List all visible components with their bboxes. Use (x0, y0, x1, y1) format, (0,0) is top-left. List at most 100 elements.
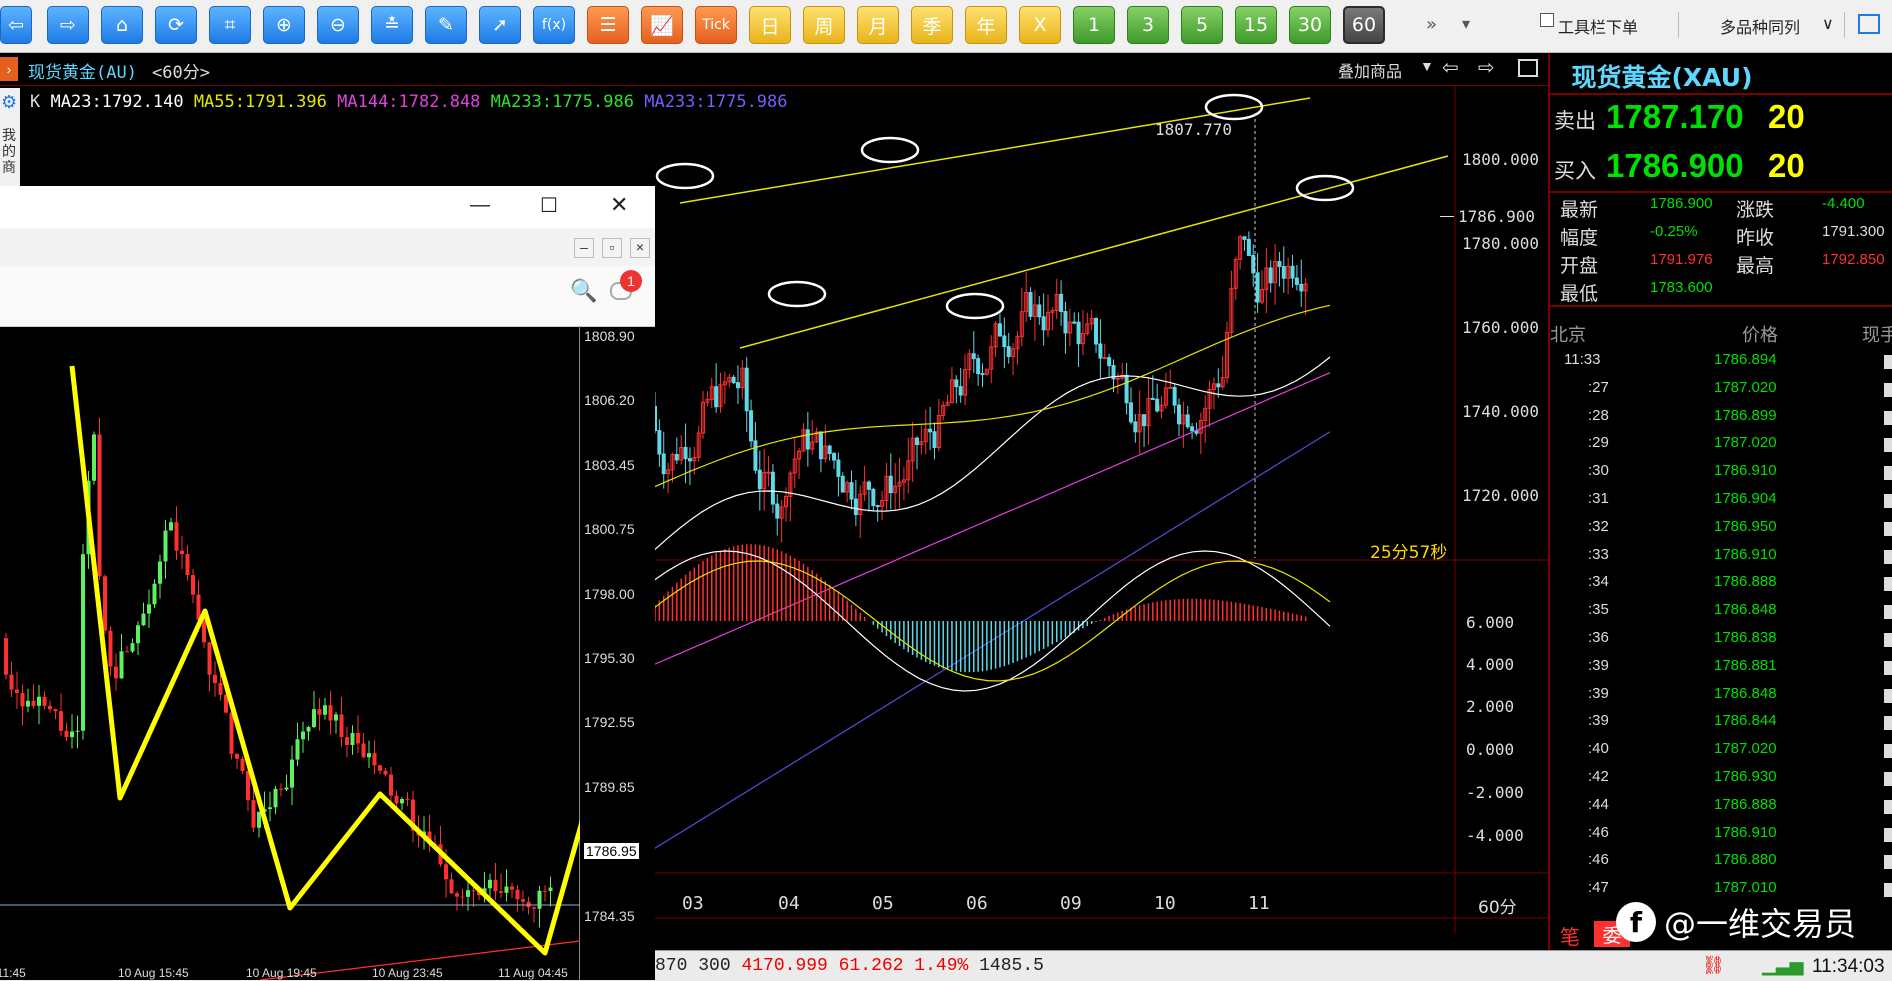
multi-symbol-label[interactable]: 多品种同列 (1720, 14, 1800, 38)
link-icon[interactable]: ⛓ (1702, 955, 1725, 976)
candle-body (1299, 283, 1304, 292)
sub-restore-icon[interactable]: ▫ (602, 238, 622, 258)
formula-button[interactable]: f(x) (533, 6, 575, 44)
zoom-out-button[interactable]: ⊖ (317, 6, 359, 44)
overlay-candle-body (295, 739, 300, 760)
toolbar-order-label[interactable]: 工具栏下单 (1558, 14, 1638, 38)
candle-body (871, 488, 876, 507)
more-icon[interactable]: » (1426, 14, 1437, 35)
quote-stats: 最新 1786.900 涨跌 -4.400 幅度 -0.25% 昨收 1791.300 开盘 17… (1550, 193, 1892, 307)
overlay-date-label: 11 Aug 04:45 (498, 966, 568, 980)
period-5-button[interactable]: 5 (1181, 6, 1223, 44)
tick-qty-bar (1884, 605, 1892, 620)
period-year-button[interactable]: 年 (965, 6, 1007, 44)
date-axis-label: 06 (966, 893, 988, 914)
maximize-icon[interactable]: ☐ (540, 193, 558, 218)
stat-label: 涨跌 (1736, 199, 1775, 221)
toolbar: ⇦ ⇨ ⌂ ⟳ ⌗ ⊕ ⊖ ≛ ✎ ➚ f(x) ☰ 📈 Tick 日周月季年 X 1 3 5 15 30 60 » ▾ … (0, 0, 1892, 53)
tick-button[interactable]: Tick (695, 6, 737, 44)
overlay-candle-body (141, 613, 146, 626)
period-3-button[interactable]: 3 (1127, 6, 1169, 44)
refresh-button[interactable]: ⟳ (155, 6, 197, 44)
overlay-dropdown-icon[interactable]: ▼ (1420, 58, 1434, 74)
overlay-date-label: 10 Aug 15:45 (118, 966, 189, 980)
scroll-left-icon[interactable]: ⇦ (1442, 55, 1459, 79)
period-month-button[interactable]: 月 (857, 6, 899, 44)
draw-button[interactable]: ✎ (425, 6, 467, 44)
overlay-titlebar[interactable]: — ☐ ✕ (0, 186, 655, 228)
chart-period: <60分> (152, 63, 210, 83)
tick-time: :29 (1588, 434, 1609, 452)
ma-legend: K MA23:1792.140 MA55:1791.396 MA144:1782… (30, 92, 788, 112)
tick-header-qty: 现手 (1862, 325, 1892, 346)
crop-button[interactable]: ⌗ (209, 6, 251, 44)
candle-body (766, 471, 771, 474)
overlay-candle-body (367, 753, 371, 758)
overlay-candle-body (240, 758, 245, 771)
tick-list[interactable]: 11:33 1786.894:27 1787.020:28 1786.899:29 17… (1550, 349, 1892, 909)
close-icon[interactable]: ✕ (610, 192, 628, 218)
period-60-button[interactable]: 60 (1343, 6, 1385, 44)
period-1-button[interactable]: 1 (1073, 6, 1115, 44)
overlay-candle-body (218, 682, 223, 695)
indicator-button[interactable]: ≛ (371, 6, 413, 44)
tab-trades[interactable]: 笔 (1560, 921, 1580, 950)
tick-time: :39 (1588, 712, 1609, 730)
expand-arrow-icon[interactable]: › (0, 57, 18, 81)
candle-body (731, 376, 736, 384)
tick-qty-bar (1884, 549, 1892, 564)
period-day-button[interactable]: 日 (749, 6, 791, 44)
stat-value: 1791.976 (1650, 251, 1713, 268)
watermark: f @一维交易员 (1616, 898, 1856, 946)
macd-axis-label: 2.000 (1466, 697, 1515, 716)
candle-body (1076, 321, 1081, 345)
panel-toggle-icon[interactable] (1518, 59, 1538, 77)
home-button[interactable]: ⌂ (101, 6, 143, 44)
tick-qty-bar (1884, 494, 1892, 508)
candle-body (866, 481, 871, 490)
stat-value: -0.25% (1650, 223, 1698, 240)
period-30-button[interactable]: 30 (1289, 6, 1331, 44)
scroll-right-icon[interactable]: ⇨ (1478, 55, 1495, 79)
candle-body (714, 386, 719, 408)
minimize-icon[interactable]: — (470, 194, 490, 217)
order-checkbox[interactable] (1540, 13, 1554, 27)
overlay-candle-body (444, 864, 448, 880)
tick-row: :39 1786.881 (1550, 655, 1892, 683)
stat-label: 最低 (1560, 283, 1599, 305)
toolbar-dropdown-icon[interactable]: ▾ (1462, 14, 1470, 33)
side-tab[interactable]: ⚙ 我的商 (0, 88, 20, 188)
cursor-button[interactable]: ➚ (479, 6, 521, 44)
zoom-in-button[interactable]: ⊕ (263, 6, 305, 44)
period-x-button[interactable]: X (1019, 6, 1061, 44)
period-week-button[interactable]: 周 (803, 6, 845, 44)
layout-icon[interactable] (1858, 14, 1880, 34)
sub-minimize-icon[interactable]: – (574, 238, 594, 258)
chevron-down-icon[interactable]: ∨ (1822, 14, 1834, 33)
back-button[interactable]: ⇦ (0, 6, 32, 44)
period-season-button[interactable]: 季 (911, 6, 953, 44)
gear-icon[interactable]: ⚙ (1, 92, 17, 113)
candle-body (1142, 414, 1147, 427)
candle-body (827, 445, 832, 455)
overlay-candle-body (405, 798, 410, 800)
candle-body (875, 505, 880, 508)
overlay-candle-body (306, 727, 311, 732)
overlay-product-button[interactable]: 叠加商品 (1338, 58, 1402, 82)
overlay-candle-body (174, 522, 179, 551)
ticker-value: 1485.5 (979, 956, 1044, 976)
overlay-price-label: 1798.00 (584, 585, 635, 602)
list-button[interactable]: ☰ (587, 6, 629, 44)
notification-badge[interactable]: 1 (620, 270, 642, 292)
overlay-candle-body (504, 886, 509, 893)
forward-button[interactable]: ⇨ (47, 6, 89, 44)
tick-time: :44 (1588, 795, 1609, 813)
chart-button[interactable]: 📈 (641, 6, 683, 44)
period-15-button[interactable]: 15 (1235, 6, 1277, 44)
overlay-candle-body (543, 890, 547, 892)
candle-body (1006, 346, 1011, 358)
sub-close-icon[interactable]: × (630, 238, 650, 258)
search-icon[interactable]: 🔍 (570, 278, 597, 304)
tick-time: :46 (1588, 823, 1609, 841)
tick-price: 1786.899 (1714, 406, 1777, 424)
